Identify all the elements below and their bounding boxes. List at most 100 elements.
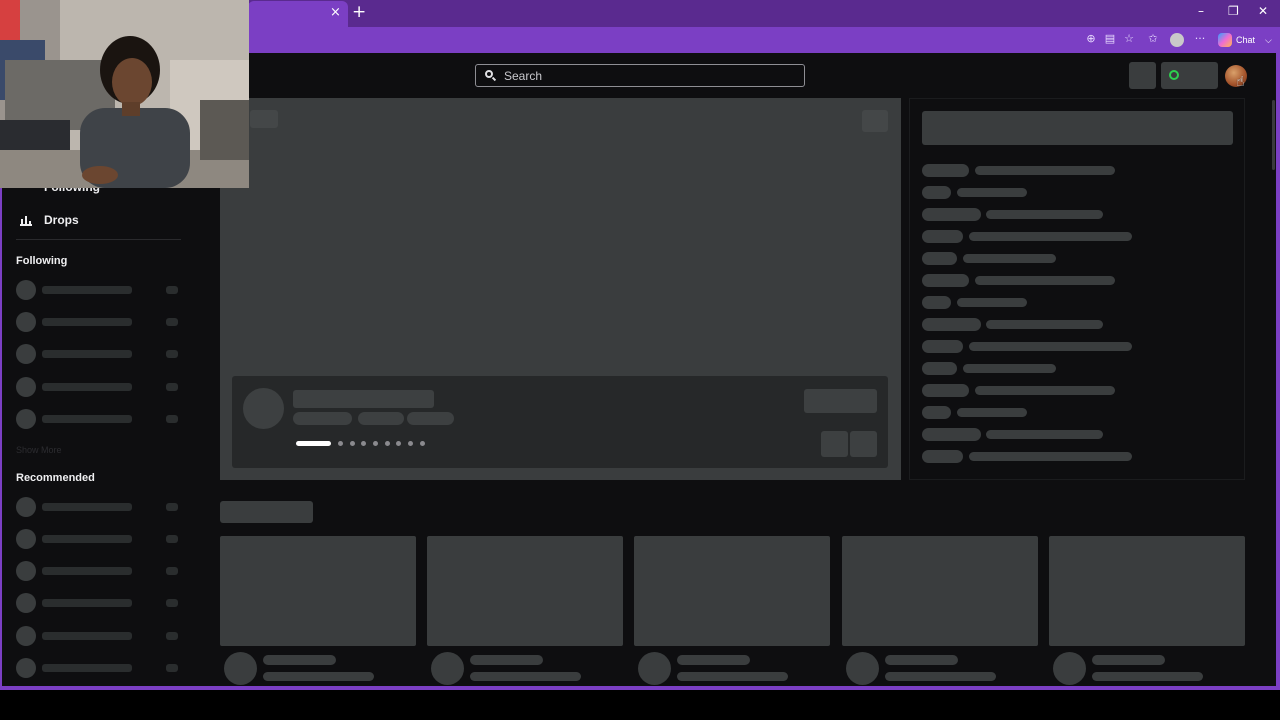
viewer-count-skeleton [166, 664, 178, 672]
online-status-icon [1169, 70, 1179, 80]
card-subtitle-skeleton [470, 672, 581, 681]
carousel-dot[interactable] [350, 441, 355, 446]
side-line-skeleton [922, 230, 963, 243]
side-line-skeleton [963, 364, 1056, 373]
card-avatar-skeleton[interactable] [431, 652, 464, 685]
copilot-label: Chat [1236, 35, 1256, 45]
viewer-count-skeleton [166, 535, 178, 543]
browser-profile-icon[interactable] [1170, 33, 1184, 47]
stream-card-thumbnail-skeleton[interactable] [220, 536, 416, 646]
search-placeholder: Search [504, 68, 543, 83]
recommended-header: Recommended [16, 472, 95, 484]
window-frame-bottom [0, 686, 1280, 690]
search-input[interactable]: Search [475, 64, 805, 87]
close-window-icon[interactable]: ✕ [1258, 4, 1268, 18]
following-header: Following [16, 255, 68, 267]
webcam-image [0, 0, 249, 188]
channel-avatar-skeleton[interactable] [16, 529, 36, 549]
side-line-skeleton [922, 164, 969, 177]
restore-icon[interactable]: ❐ [1228, 4, 1239, 18]
tag-skeleton [358, 412, 404, 425]
channel-name-skeleton [42, 632, 132, 640]
channel-avatar-skeleton[interactable] [16, 312, 36, 332]
channel-avatar-skeleton[interactable] [16, 409, 36, 429]
more-icon[interactable]: ··· [1193, 32, 1207, 46]
side-line-skeleton [922, 208, 981, 221]
channel-name-skeleton [42, 503, 132, 511]
carousel-next-skeleton[interactable] [850, 431, 877, 457]
side-panel-header-skeleton [922, 111, 1233, 145]
show-more-link[interactable]: Show More [16, 445, 62, 455]
carousel-dot[interactable] [385, 441, 390, 446]
channel-name-skeleton [42, 535, 132, 543]
channel-name-skeleton [42, 318, 132, 326]
channel-avatar-skeleton[interactable] [16, 593, 36, 613]
channel-avatar-skeleton[interactable] [16, 658, 36, 678]
card-avatar-skeleton[interactable] [1053, 652, 1086, 685]
side-line-skeleton [922, 274, 969, 287]
drops-icon [20, 215, 32, 226]
carousel-dot[interactable] [361, 441, 366, 446]
viewer-count-skeleton [166, 632, 178, 640]
zoom-icon[interactable]: ⊕ [1084, 32, 1098, 46]
side-line-skeleton [969, 342, 1132, 351]
carousel-dot[interactable] [420, 441, 425, 446]
side-line-skeleton [969, 232, 1132, 241]
channel-avatar-skeleton[interactable] [16, 561, 36, 581]
stream-card-thumbnail-skeleton[interactable] [842, 536, 1038, 646]
channel-avatar-skeleton[interactable] [16, 377, 36, 397]
featured-corner-skeleton[interactable] [862, 110, 888, 132]
channel-avatar-skeleton[interactable] [16, 344, 36, 364]
new-tab-icon[interactable]: + [352, 2, 366, 22]
stream-card-thumbnail-skeleton[interactable] [634, 536, 830, 646]
tab-close-icon[interactable]: × [330, 5, 341, 20]
screen: × + – ❐ ✕ ⊕ ▤ ☆ ✩ ··· Chat ⌵ Following D… [0, 0, 1280, 720]
stream-card-thumbnail-skeleton[interactable] [1049, 536, 1245, 646]
channel-avatar-skeleton[interactable] [16, 626, 36, 646]
channel-avatar-skeleton[interactable] [16, 497, 36, 517]
side-line-skeleton [975, 166, 1115, 175]
side-line-skeleton [922, 428, 981, 441]
side-line-skeleton [922, 384, 969, 397]
card-avatar-skeleton[interactable] [638, 652, 671, 685]
side-line-skeleton [963, 254, 1056, 263]
carousel-dot[interactable] [408, 441, 413, 446]
search-icon [485, 70, 497, 82]
carousel-dot[interactable] [373, 441, 378, 446]
side-panel-skeleton [909, 98, 1245, 480]
tag-skeleton [293, 412, 352, 425]
side-line-skeleton [975, 276, 1115, 285]
favorite-star-icon[interactable]: ☆ [1122, 32, 1136, 46]
favorites-icon[interactable]: ✩ [1146, 32, 1160, 46]
side-line-skeleton [922, 406, 951, 419]
featured-action-skeleton[interactable] [804, 389, 877, 413]
card-title-skeleton [470, 655, 543, 665]
channel-avatar-skeleton[interactable] [16, 280, 36, 300]
carousel-prev-skeleton[interactable] [821, 431, 848, 457]
streamer-avatar-skeleton[interactable] [243, 388, 284, 429]
page-scrollbar[interactable] [1272, 100, 1275, 170]
carousel-dot[interactable] [396, 441, 401, 446]
carousel-dot-active[interactable] [296, 441, 331, 446]
minimize-icon[interactable]: – [1198, 4, 1204, 18]
copilot-chat-button[interactable]: Chat ⌵ [1218, 32, 1272, 48]
channel-name-skeleton [42, 286, 132, 294]
top-nav-button[interactable] [1129, 62, 1156, 89]
side-line-skeleton [969, 452, 1132, 461]
side-line-skeleton [922, 252, 957, 265]
card-avatar-skeleton[interactable] [846, 652, 879, 685]
carousel-dot[interactable] [338, 441, 343, 446]
side-line-skeleton [922, 340, 963, 353]
stream-card-thumbnail-skeleton[interactable] [427, 536, 623, 646]
side-line-skeleton [957, 188, 1027, 197]
card-subtitle-skeleton [885, 672, 996, 681]
pointer-cursor-icon: ☝ [1236, 74, 1245, 90]
side-line-skeleton [986, 320, 1103, 329]
sidebar-item-drops[interactable]: Drops [44, 213, 79, 227]
reader-icon[interactable]: ▤ [1103, 32, 1117, 46]
webcam-overlay [0, 0, 249, 188]
card-avatar-skeleton[interactable] [224, 652, 257, 685]
window-frame-right [1276, 53, 1280, 686]
streamer-name-skeleton [293, 390, 434, 408]
side-line-skeleton [986, 430, 1103, 439]
